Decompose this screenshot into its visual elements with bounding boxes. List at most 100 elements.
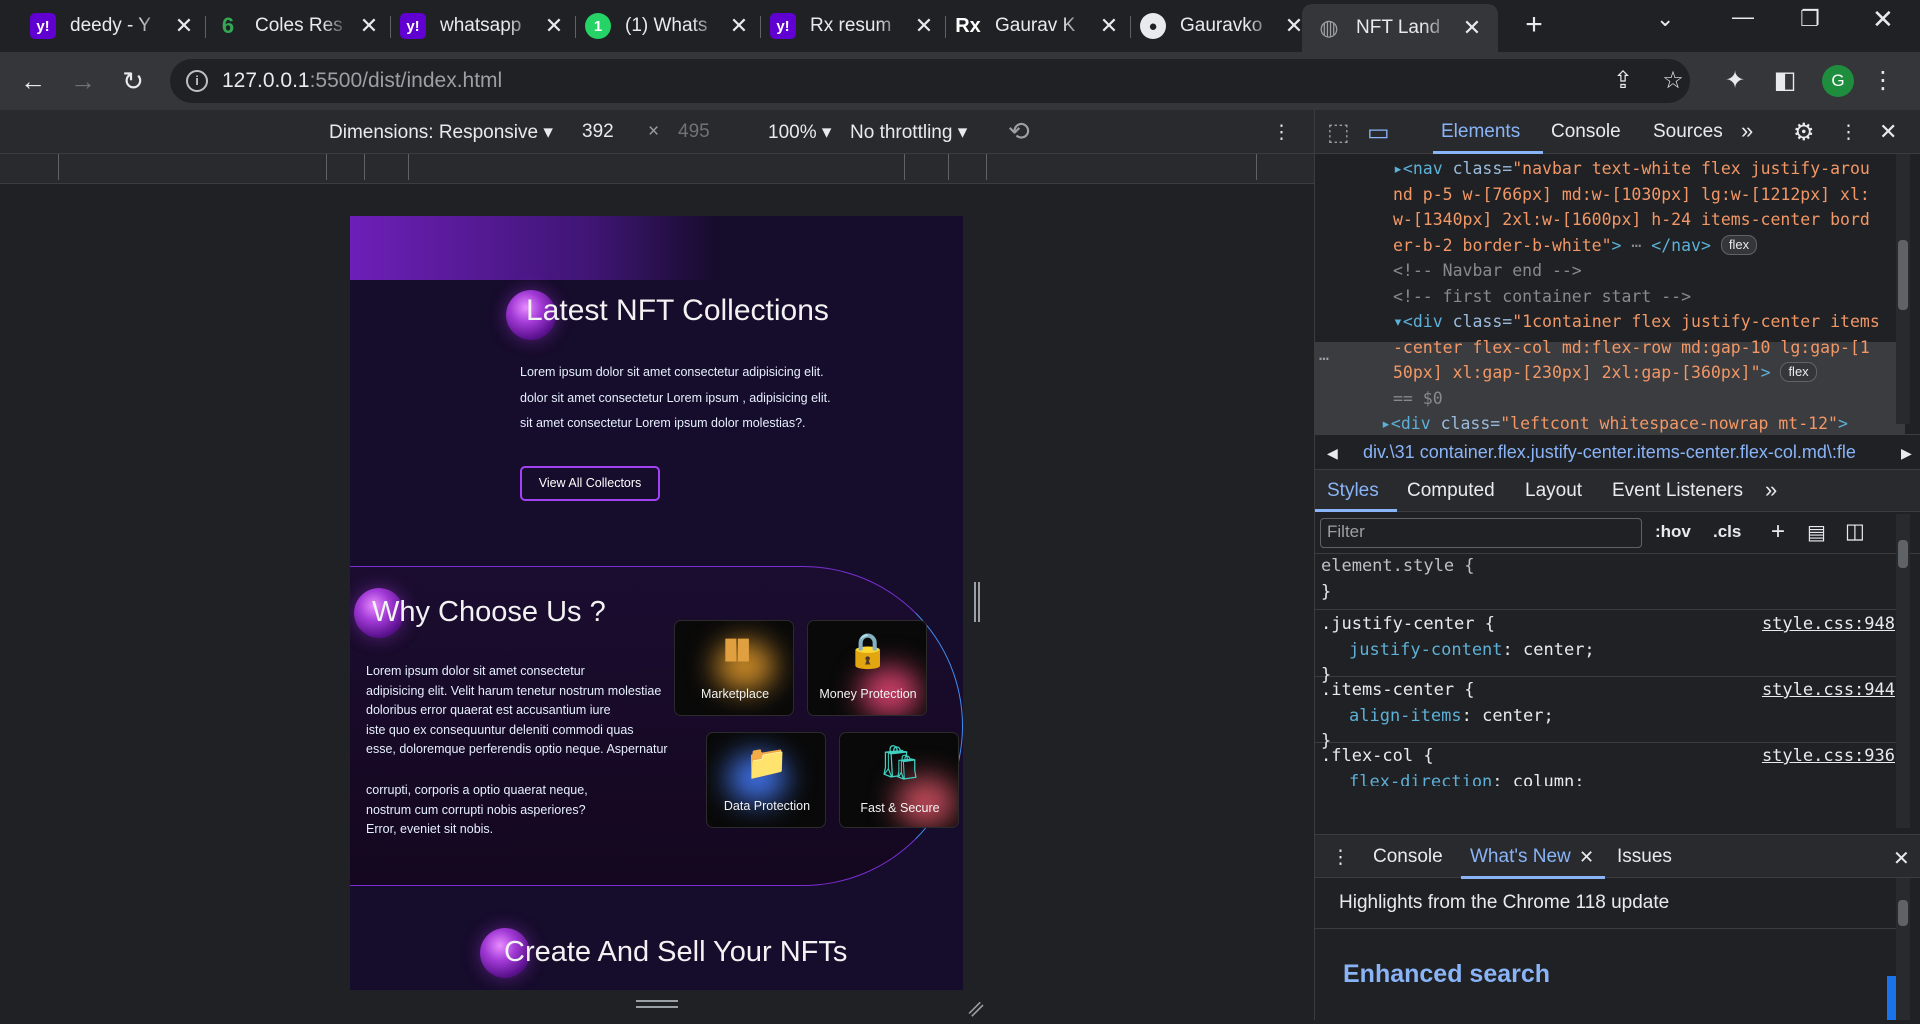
close-tab-icon[interactable]: ✕ xyxy=(1097,13,1121,39)
rotate-icon[interactable]: ⟲ xyxy=(1008,116,1030,147)
tab-sources[interactable]: Sources xyxy=(1653,121,1723,143)
style-rule[interactable]: .flex-col { flex-direction: column; styl… xyxy=(1315,744,1905,786)
close-tab-icon[interactable]: ✕ xyxy=(1460,15,1484,41)
rule-source-link[interactable]: style.css:944 xyxy=(1762,678,1895,704)
flex-badge[interactable]: flex xyxy=(1780,362,1817,382)
close-tab-icon[interactable]: ✕ xyxy=(727,13,751,39)
dimensions-dropdown[interactable]: Dimensions: Responsive ▾ xyxy=(329,121,553,144)
browser-tab[interactable]: y! whatsapp ✕ xyxy=(400,6,570,46)
share-icon[interactable]: ⇪ xyxy=(1608,66,1638,96)
side-panel-icon[interactable]: ◧ xyxy=(1770,66,1800,96)
tab-styles[interactable]: Styles xyxy=(1327,480,1379,502)
styles-filter-input[interactable]: Filter xyxy=(1320,518,1642,548)
dom-scrollbar[interactable] xyxy=(1896,154,1910,424)
site-info-icon[interactable]: i xyxy=(186,70,208,92)
bookmark-star-icon[interactable]: ☆ xyxy=(1658,66,1688,96)
height-input[interactable]: 495 xyxy=(678,121,710,143)
drawer-tab-whats-new[interactable]: What's New xyxy=(1470,846,1571,868)
rule-source-link[interactable]: style.css:936 xyxy=(1762,744,1895,770)
breadcrumb-right-icon[interactable]: ▶ xyxy=(1901,445,1912,462)
rule-value[interactable]: column; xyxy=(1513,772,1585,787)
settings-gear-icon[interactable]: ⚙ xyxy=(1793,118,1815,147)
throttling-dropdown[interactable]: No throttling ▾ xyxy=(850,121,967,144)
profile-avatar[interactable]: G xyxy=(1822,65,1854,97)
dom-line[interactable]: ▸<nav class="navbar text-white flex just… xyxy=(1393,156,1870,182)
browser-tab[interactable]: ◍ NFT Land ✕ xyxy=(1302,4,1498,52)
extensions-icon[interactable]: ✦ xyxy=(1720,66,1750,96)
chrome-menu-icon[interactable]: ⋮ xyxy=(1868,66,1898,96)
more-style-tabs-icon[interactable]: » xyxy=(1765,477,1777,503)
new-rule-icon[interactable]: + xyxy=(1771,518,1785,546)
style-rule[interactable]: .justify-center { justify-content: cente… xyxy=(1315,612,1905,685)
browser-tab[interactable]: ● Gauravko ✕ xyxy=(1140,6,1310,46)
minimize-button[interactable]: — xyxy=(1732,4,1754,30)
media-query-ruler[interactable] xyxy=(0,154,1314,184)
close-whats-new-icon[interactable]: ✕ xyxy=(1579,847,1594,868)
node-actions-icon[interactable]: ⋯ xyxy=(1319,346,1329,372)
view-all-collectors-button[interactable]: View All Collectors xyxy=(520,466,660,501)
sidebar-toggle-icon[interactable]: ◫ xyxy=(1845,519,1865,544)
browser-tab[interactable]: y! deedy - Y ✕ xyxy=(30,6,200,46)
drawer-tab-console[interactable]: Console xyxy=(1373,846,1443,868)
styles-scrollbar[interactable] xyxy=(1896,514,1910,828)
flex-badge[interactable]: flex xyxy=(1720,234,1758,255)
browser-tab[interactable]: Rx Gaurav K ✕ xyxy=(955,6,1125,46)
close-devtools-icon[interactable]: ✕ xyxy=(1879,119,1897,145)
close-drawer-icon[interactable]: ✕ xyxy=(1893,846,1910,871)
viewport-resize-handle-bottom[interactable] xyxy=(636,1000,678,1008)
cls-toggle[interactable]: .cls xyxy=(1713,522,1741,542)
dom-line[interactable]: nd p-5 w-[766px] md:w-[1030px] lg:w-[121… xyxy=(1393,182,1870,208)
close-window-button[interactable]: ✕ xyxy=(1872,4,1894,35)
browser-tab[interactable]: 6 Coles Res ✕ xyxy=(215,6,385,46)
device-toggle-icon[interactable]: ▭ xyxy=(1367,118,1390,147)
rule-property[interactable]: align-items xyxy=(1349,706,1462,726)
breadcrumb-text[interactable]: div.\31 container.flex.justify-center.it… xyxy=(1363,442,1891,463)
device-toolbar-menu-icon[interactable]: ⋮ xyxy=(1272,121,1291,144)
tab-search-button[interactable]: ⌄ xyxy=(1656,6,1674,32)
paint-icon[interactable]: ▤ xyxy=(1807,520,1826,545)
rule-value[interactable]: center; xyxy=(1523,640,1595,660)
dom-line[interactable]: ▸<div class="leftcont whitespace-nowrap … xyxy=(1381,411,1848,434)
dom-line[interactable]: -center flex-col md:flex-row md:gap-10 l… xyxy=(1393,335,1870,361)
dom-line[interactable]: ▾<div class="1container flex justify-cen… xyxy=(1393,309,1880,335)
rule-source-link[interactable]: style.css:948 xyxy=(1762,612,1895,638)
tab-event-listeners[interactable]: Event Listeners xyxy=(1612,480,1743,502)
marketplace-card[interactable]: ▮▮ Marketplace xyxy=(674,620,794,716)
inspect-element-icon[interactable]: ⬚ xyxy=(1327,118,1350,147)
zoom-dropdown[interactable]: 100% ▾ xyxy=(768,121,831,144)
viewport-resize-handle-right[interactable] xyxy=(974,582,980,622)
tab-console[interactable]: Console xyxy=(1551,121,1621,143)
dom-line[interactable]: er-b-2 border-b-white"> ⋯ </nav> flex xyxy=(1393,233,1758,259)
drawer-menu-icon[interactable]: ⋮ xyxy=(1331,846,1350,869)
address-bar[interactable]: i 127.0.0.1:5500/dist/index.html xyxy=(170,59,1690,103)
tab-computed[interactable]: Computed xyxy=(1407,480,1495,502)
restore-button[interactable]: ❐ xyxy=(1800,6,1820,32)
reload-button[interactable]: ↻ xyxy=(118,66,148,96)
dom-tree[interactable]: ⋯ ▸<nav class="navbar text-white flex ju… xyxy=(1315,154,1905,434)
money-protection-card[interactable]: 🔒 Money Protection xyxy=(807,620,927,716)
width-input[interactable]: 392 xyxy=(582,121,614,143)
dom-line[interactable]: == $0 xyxy=(1393,386,1443,412)
url-text[interactable]: 127.0.0.1:5500/dist/index.html xyxy=(222,69,502,93)
browser-tab[interactable]: 1 (1) Whats ✕ xyxy=(585,6,755,46)
breadcrumb-left-icon[interactable]: ◀ xyxy=(1327,445,1338,462)
back-button[interactable]: ← xyxy=(18,66,48,96)
rule-value[interactable]: center; xyxy=(1482,706,1554,726)
close-tab-icon[interactable]: ✕ xyxy=(912,13,936,39)
dom-line[interactable]: <!-- first container start --> xyxy=(1393,284,1691,310)
hov-toggle[interactable]: :hov xyxy=(1655,522,1691,542)
styles-rules[interactable]: element.style { } .justify-center { just… xyxy=(1315,554,1905,786)
rule-property[interactable]: flex-direction xyxy=(1349,772,1492,787)
style-rule[interactable]: .items-center { align-items: center; } s… xyxy=(1315,678,1905,751)
dom-line[interactable]: <!-- Navbar end --> xyxy=(1393,258,1582,284)
browser-tab[interactable]: y! Rx resum ✕ xyxy=(770,6,940,46)
breadcrumb[interactable]: ◀ div.\31 container.flex.justify-center.… xyxy=(1315,434,1920,470)
more-tabs-icon[interactable]: » xyxy=(1741,118,1753,144)
data-protection-card[interactable]: 📁 Data Protection xyxy=(706,732,826,828)
close-tab-icon[interactable]: ✕ xyxy=(542,13,566,39)
fast-secure-card[interactable]: 🛍 Fast & Secure xyxy=(839,732,959,828)
drawer-tab-issues[interactable]: Issues xyxy=(1617,846,1672,868)
tab-layout[interactable]: Layout xyxy=(1525,480,1582,502)
close-tab-icon[interactable]: ✕ xyxy=(357,13,381,39)
forward-button[interactable]: → xyxy=(68,66,98,96)
